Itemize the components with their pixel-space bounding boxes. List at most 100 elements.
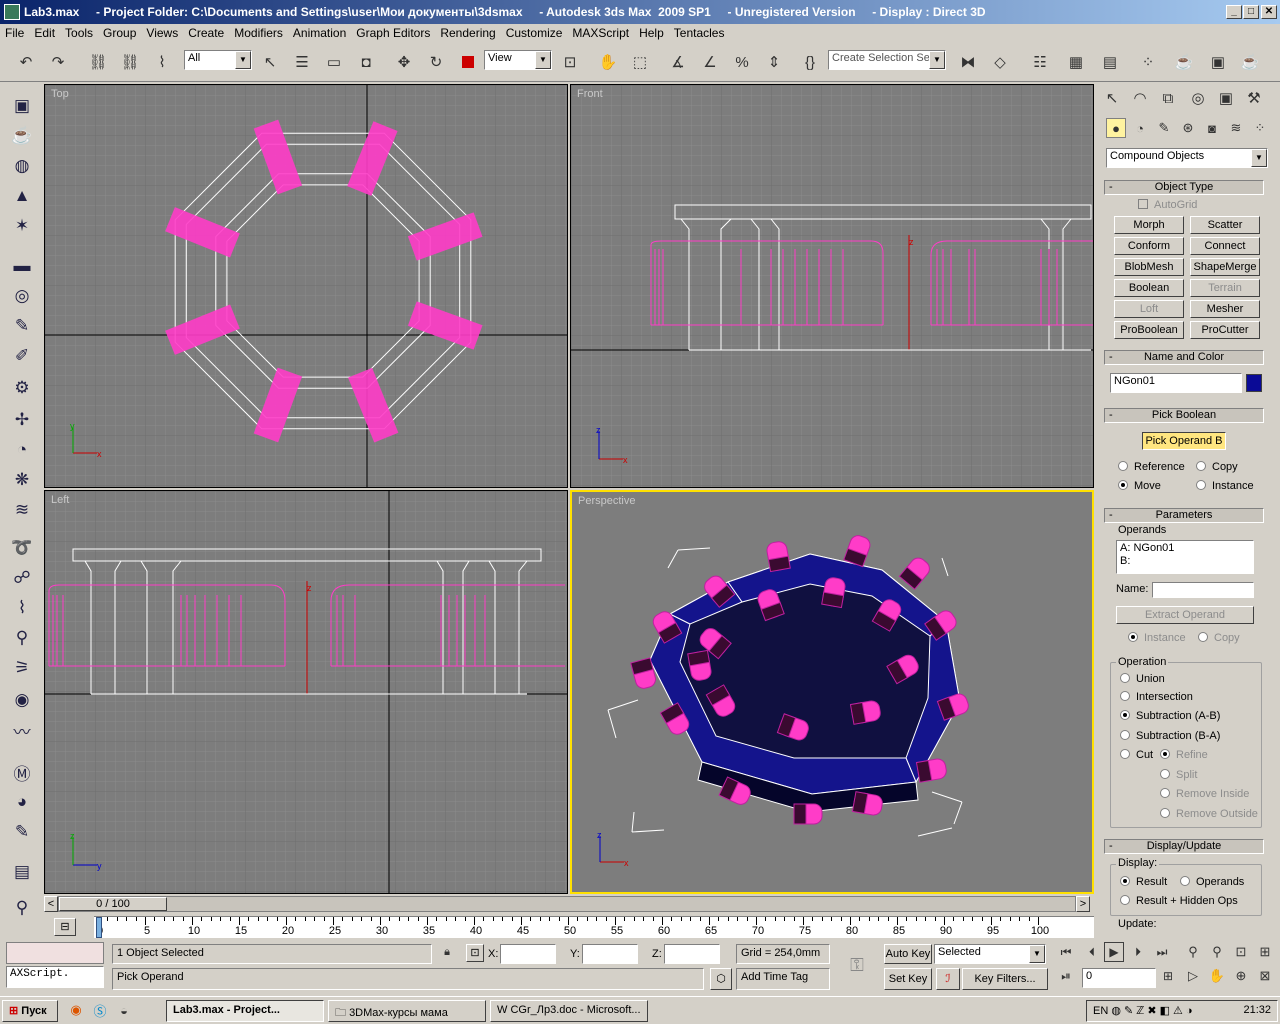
percent-snap-icon[interactable]: % bbox=[730, 50, 754, 74]
menu-animation[interactable]: Animation bbox=[288, 24, 351, 40]
lights-icon[interactable]: ✎ bbox=[1154, 118, 1174, 138]
window-crossing-icon[interactable]: ◘ bbox=[354, 50, 378, 74]
path-icon[interactable]: 〰 bbox=[8, 716, 36, 744]
menu-file[interactable]: File bbox=[0, 24, 29, 40]
camera-icon[interactable]: ◔ bbox=[8, 436, 36, 464]
union-radio[interactable]: Union bbox=[1120, 673, 1165, 685]
rollout-parameters[interactable]: - Parameters bbox=[1104, 508, 1264, 523]
keyboard-shortcut-icon[interactable]: ⬚ bbox=[628, 50, 652, 74]
autogrid-checkbox[interactable]: AutoGrid bbox=[1138, 199, 1197, 211]
select-by-name-icon[interactable]: ☰ bbox=[290, 50, 314, 74]
selection-filter-dropdown[interactable]: All ▼ bbox=[184, 50, 252, 70]
zoom-icon[interactable]: ⚲ bbox=[1182, 942, 1204, 962]
extract-instance-radio[interactable]: Instance bbox=[1128, 632, 1186, 644]
rollout-pick-boolean[interactable]: - Pick Boolean bbox=[1104, 408, 1264, 423]
layer-manager-icon[interactable]: ☷ bbox=[1028, 50, 1052, 74]
display-result-hidden-radio[interactable]: Result + Hidden Ops bbox=[1120, 895, 1238, 907]
layer-icon[interactable]: ▤ bbox=[8, 858, 36, 886]
goto-end-icon[interactable]: ⏭ bbox=[1152, 942, 1172, 962]
reference-radio[interactable]: Reference bbox=[1118, 461, 1185, 473]
absolute-mode-icon[interactable]: ⊡ bbox=[466, 944, 484, 962]
zoom-extents-selected-icon[interactable]: ⊡ bbox=[1230, 942, 1252, 962]
operands-list[interactable]: A: NGon01 B: bbox=[1116, 540, 1254, 574]
menu-tentacles[interactable]: Tentacles bbox=[669, 24, 730, 40]
shapemerge-button[interactable]: ShapeMerge bbox=[1190, 258, 1260, 276]
menu-graph-editors[interactable]: Graph Editors bbox=[351, 24, 435, 40]
material-editor-icon[interactable]: ⁘ bbox=[1136, 50, 1160, 74]
terrain-button[interactable]: Terrain bbox=[1190, 279, 1260, 297]
rollout-display-update[interactable]: - Display/Update bbox=[1104, 839, 1264, 854]
time-config-icon[interactable]: ⊞ bbox=[1158, 966, 1178, 986]
link-icon[interactable]: ⛓ bbox=[86, 50, 110, 74]
add-time-tag[interactable]: Add Time Tag bbox=[736, 968, 830, 990]
play-icon[interactable]: ▶ bbox=[1104, 942, 1124, 962]
biped-icon[interactable]: ☍ bbox=[8, 564, 36, 592]
time-tag-icon[interactable]: ⬡ bbox=[710, 968, 732, 990]
split-radio[interactable]: Split bbox=[1160, 769, 1197, 781]
lock-icon[interactable]: 🔒︎ bbox=[438, 942, 456, 962]
zoom-extents-icon[interactable]: ⚲ bbox=[8, 894, 36, 922]
viewport-label-left[interactable]: Left bbox=[51, 494, 69, 506]
field-of-view-icon[interactable]: ▷ bbox=[1182, 966, 1204, 986]
x-field[interactable] bbox=[500, 944, 556, 964]
maximize-icon[interactable]: □ bbox=[1243, 5, 1259, 19]
sphere-icon[interactable]: ◍ bbox=[8, 152, 36, 180]
render-setup-icon[interactable]: ☕ bbox=[1172, 50, 1196, 74]
connect-button[interactable]: Connect bbox=[1190, 237, 1260, 255]
start-button[interactable]: ⊞ Пуск bbox=[2, 1000, 58, 1022]
viewport-label-perspective[interactable]: Perspective bbox=[578, 495, 635, 507]
procutter-button[interactable]: ProCutter bbox=[1190, 321, 1260, 339]
conform-button[interactable]: Conform bbox=[1114, 237, 1184, 255]
rollout-name-color[interactable]: - Name and Color bbox=[1104, 350, 1264, 365]
intersection-radio[interactable]: Intersection bbox=[1120, 691, 1193, 703]
time-slider-track[interactable]: 0 / 100 bbox=[58, 896, 1076, 912]
zoom-extents-all-icon[interactable]: ⊞ bbox=[1254, 942, 1276, 962]
maximize-viewport-icon[interactable]: ⊠ bbox=[1254, 966, 1276, 986]
sphere-helper-icon[interactable]: ◉ bbox=[8, 686, 36, 714]
instance-radio[interactable]: Instance bbox=[1196, 480, 1254, 492]
rectangular-selection-icon[interactable]: ▭ bbox=[322, 50, 346, 74]
menu-modifiers[interactable]: Modifiers bbox=[229, 24, 288, 40]
viewport-perspective[interactable]: z x z Perspective bbox=[570, 490, 1094, 894]
move-radio[interactable]: Move bbox=[1118, 480, 1161, 492]
key-filters-button[interactable]: Key Filters... bbox=[962, 968, 1048, 990]
bone-icon[interactable]: ⌇ bbox=[8, 594, 36, 622]
time-slider-left-icon[interactable]: < bbox=[44, 896, 58, 912]
cut-radio[interactable]: Cut bbox=[1120, 749, 1153, 761]
subtraction-b-a-radio[interactable]: Subtraction (B-A) bbox=[1120, 730, 1220, 742]
bind-space-warp-icon[interactable]: ⌇ bbox=[150, 50, 174, 74]
edit-named-selection-icon[interactable]: {} bbox=[798, 50, 822, 74]
extract-copy-radio[interactable]: Copy bbox=[1198, 632, 1240, 644]
time-slider-thumb[interactable]: 0 / 100 bbox=[59, 897, 167, 911]
tray-icons[interactable]: ◍✎ℤ✖◧⚠◑ bbox=[1111, 1005, 1195, 1017]
select-manipulate-icon[interactable]: ✋ bbox=[596, 50, 620, 74]
key-icon[interactable]: ⚿ bbox=[842, 952, 872, 978]
menu-edit[interactable]: Edit bbox=[29, 24, 60, 40]
operand-a[interactable]: A: NGon01 bbox=[1120, 542, 1250, 555]
next-frame-icon[interactable]: ⏵ bbox=[1128, 942, 1148, 962]
operand-b[interactable]: B: bbox=[1120, 555, 1250, 568]
modifier-icon[interactable]: Ⓜ bbox=[8, 758, 36, 786]
spinner-snap-icon[interactable]: ⇕ bbox=[762, 50, 786, 74]
display-operands-radio[interactable]: Operands bbox=[1180, 876, 1244, 888]
cameras-icon[interactable]: ⊛ bbox=[1178, 118, 1198, 138]
undo-icon[interactable]: ↶ bbox=[14, 50, 38, 74]
y-field[interactable] bbox=[582, 944, 638, 964]
minimize-icon[interactable]: _ bbox=[1226, 5, 1242, 19]
light-icon[interactable]: ✢ bbox=[8, 406, 36, 434]
reference-coordinate-dropdown[interactable]: View ▼ bbox=[484, 50, 552, 70]
refine-radio[interactable]: Refine bbox=[1160, 749, 1208, 761]
teapot-icon[interactable]: ☕ bbox=[8, 122, 36, 150]
helpers-icon[interactable]: ◙ bbox=[1202, 118, 1222, 138]
close-icon[interactable]: ✕ bbox=[1261, 5, 1277, 19]
z-field[interactable] bbox=[664, 944, 720, 964]
current-frame-marker[interactable] bbox=[96, 917, 102, 938]
angle-snap-icon[interactable]: ∠ bbox=[698, 50, 722, 74]
viewport-label-top[interactable]: Top bbox=[51, 88, 69, 100]
orbit-icon[interactable]: ⊕ bbox=[1230, 966, 1252, 986]
maxscript-listener[interactable]: AXScript. bbox=[6, 966, 104, 988]
maxscript-listener-top[interactable] bbox=[6, 942, 104, 964]
copy-radio[interactable]: Copy bbox=[1196, 461, 1238, 473]
key-mode-toggle-icon[interactable]: ⏯ bbox=[1056, 966, 1076, 986]
snaps-toggle-icon[interactable]: ∡ bbox=[666, 50, 690, 74]
